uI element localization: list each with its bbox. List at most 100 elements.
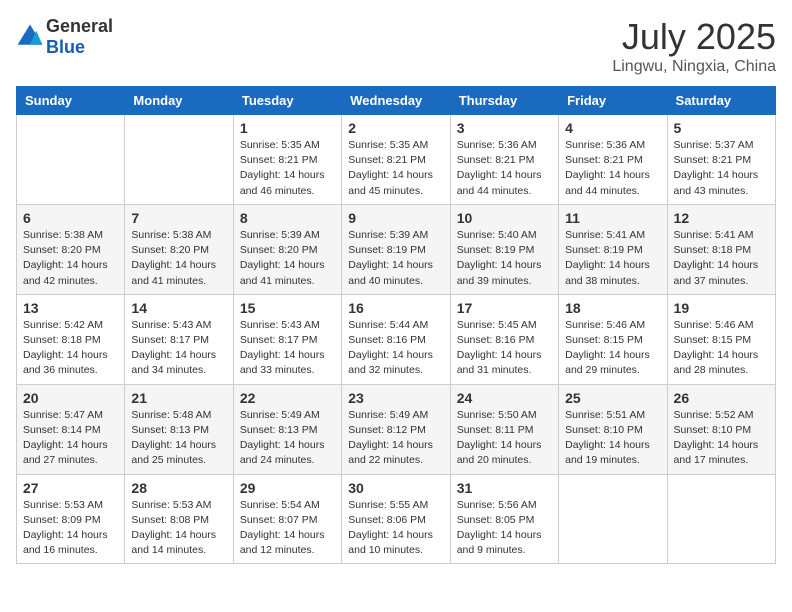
day-number: 2: [348, 120, 443, 136]
day-info: Sunrise: 5:53 AM Sunset: 8:08 PM Dayligh…: [131, 498, 226, 559]
day-info: Sunrise: 5:40 AM Sunset: 8:19 PM Dayligh…: [457, 228, 552, 289]
day-info: Sunrise: 5:35 AM Sunset: 8:21 PM Dayligh…: [240, 138, 335, 199]
calendar-cell: 10 Sunrise: 5:40 AM Sunset: 8:19 PM Dayli…: [450, 204, 558, 294]
calendar-cell: 8 Sunrise: 5:39 AM Sunset: 8:20 PM Daylig…: [233, 204, 341, 294]
week-row-3: 13 Sunrise: 5:42 AM Sunset: 8:18 PM Dayli…: [17, 294, 776, 384]
day-info: Sunrise: 5:56 AM Sunset: 8:05 PM Dayligh…: [457, 498, 552, 559]
day-info: Sunrise: 5:41 AM Sunset: 8:19 PM Dayligh…: [565, 228, 660, 289]
day-info: Sunrise: 5:38 AM Sunset: 8:20 PM Dayligh…: [131, 228, 226, 289]
calendar-header: SundayMondayTuesdayWednesdayThursdayFrid…: [17, 87, 776, 115]
week-row-5: 27 Sunrise: 5:53 AM Sunset: 8:09 PM Dayli…: [17, 474, 776, 564]
weekday-header-thursday: Thursday: [450, 87, 558, 115]
day-number: 28: [131, 480, 226, 496]
calendar-body: 1 Sunrise: 5:35 AM Sunset: 8:21 PM Daylig…: [17, 115, 776, 564]
page-header: General Blue July 2025 Lingwu, Ningxia, …: [16, 16, 776, 76]
day-number: 24: [457, 390, 552, 406]
day-info: Sunrise: 5:47 AM Sunset: 8:14 PM Dayligh…: [23, 408, 118, 469]
day-number: 8: [240, 210, 335, 226]
day-info: Sunrise: 5:46 AM Sunset: 8:15 PM Dayligh…: [565, 318, 660, 379]
day-number: 9: [348, 210, 443, 226]
calendar-cell: 19Sunrise: 5:46 AM Sunset: 8:15 PM Dayli…: [667, 294, 775, 384]
calendar-cell: [559, 474, 667, 564]
calendar-cell: 25 Sunrise: 5:51 AM Sunset: 8:10 PM Dayli…: [559, 384, 667, 474]
day-number: 21: [131, 390, 226, 406]
weekday-header-sunday: Sunday: [17, 87, 125, 115]
calendar-cell: 12Sunrise: 5:41 AM Sunset: 8:18 PM Dayli…: [667, 204, 775, 294]
day-number: 10: [457, 210, 552, 226]
calendar-cell: [667, 474, 775, 564]
day-info: Sunrise: 5:42 AM Sunset: 8:18 PM Dayligh…: [23, 318, 118, 379]
day-number: 25: [565, 390, 660, 406]
day-number: 15: [240, 300, 335, 316]
logo: General Blue: [16, 16, 113, 58]
calendar-cell: 18 Sunrise: 5:46 AM Sunset: 8:15 PM Dayli…: [559, 294, 667, 384]
calendar-cell: 3 Sunrise: 5:36 AM Sunset: 8:21 PM Daylig…: [450, 115, 558, 205]
weekday-header-tuesday: Tuesday: [233, 87, 341, 115]
day-info: Sunrise: 5:49 AM Sunset: 8:13 PM Dayligh…: [240, 408, 335, 469]
day-info: Sunrise: 5:43 AM Sunset: 8:17 PM Dayligh…: [240, 318, 335, 379]
calendar-cell: 11 Sunrise: 5:41 AM Sunset: 8:19 PM Dayli…: [559, 204, 667, 294]
day-number: 23: [348, 390, 443, 406]
calendar-cell: 31 Sunrise: 5:56 AM Sunset: 8:05 PM Dayli…: [450, 474, 558, 564]
month-year: July 2025: [612, 16, 776, 58]
day-number: 11: [565, 210, 660, 226]
day-number: 7: [131, 210, 226, 226]
day-info: Sunrise: 5:54 AM Sunset: 8:07 PM Dayligh…: [240, 498, 335, 559]
day-info: Sunrise: 5:50 AM Sunset: 8:11 PM Dayligh…: [457, 408, 552, 469]
day-info: Sunrise: 5:36 AM Sunset: 8:21 PM Dayligh…: [565, 138, 660, 199]
day-info: Sunrise: 5:45 AM Sunset: 8:16 PM Dayligh…: [457, 318, 552, 379]
calendar-cell: [17, 115, 125, 205]
day-number: 20: [23, 390, 118, 406]
day-info: Sunrise: 5:46 AM Sunset: 8:15 PM Dayligh…: [674, 318, 769, 379]
day-number: 18: [565, 300, 660, 316]
day-info: Sunrise: 5:39 AM Sunset: 8:19 PM Dayligh…: [348, 228, 443, 289]
day-info: Sunrise: 5:51 AM Sunset: 8:10 PM Dayligh…: [565, 408, 660, 469]
day-number: 27: [23, 480, 118, 496]
day-number: 29: [240, 480, 335, 496]
calendar-cell: 28 Sunrise: 5:53 AM Sunset: 8:08 PM Dayli…: [125, 474, 233, 564]
day-number: 13: [23, 300, 118, 316]
week-row-4: 20 Sunrise: 5:47 AM Sunset: 8:14 PM Dayli…: [17, 384, 776, 474]
day-number: 17: [457, 300, 552, 316]
calendar-cell: 16Sunrise: 5:44 AM Sunset: 8:16 PM Dayli…: [342, 294, 450, 384]
day-number: 12: [674, 210, 769, 226]
calendar-cell: 5 Sunrise: 5:37 AM Sunset: 8:21 PM Daylig…: [667, 115, 775, 205]
logo-icon: [16, 23, 44, 51]
day-info: Sunrise: 5:55 AM Sunset: 8:06 PM Dayligh…: [348, 498, 443, 559]
day-number: 1: [240, 120, 335, 136]
weekday-header-monday: Monday: [125, 87, 233, 115]
day-number: 6: [23, 210, 118, 226]
day-info: Sunrise: 5:39 AM Sunset: 8:20 PM Dayligh…: [240, 228, 335, 289]
day-info: Sunrise: 5:37 AM Sunset: 8:21 PM Dayligh…: [674, 138, 769, 199]
week-row-2: 6 Sunrise: 5:38 AM Sunset: 8:20 PM Daylig…: [17, 204, 776, 294]
calendar-cell: 17 Sunrise: 5:45 AM Sunset: 8:16 PM Dayli…: [450, 294, 558, 384]
calendar-cell: 30 Sunrise: 5:55 AM Sunset: 8:06 PM Dayli…: [342, 474, 450, 564]
day-info: Sunrise: 5:53 AM Sunset: 8:09 PM Dayligh…: [23, 498, 118, 559]
logo-text-general: General: [46, 16, 113, 36]
day-number: 31: [457, 480, 552, 496]
calendar-cell: [125, 115, 233, 205]
calendar-cell: 27 Sunrise: 5:53 AM Sunset: 8:09 PM Dayli…: [17, 474, 125, 564]
calendar-cell: 23Sunrise: 5:49 AM Sunset: 8:12 PM Dayli…: [342, 384, 450, 474]
calendar-cell: 14Sunrise: 5:43 AM Sunset: 8:17 PM Dayli…: [125, 294, 233, 384]
day-info: Sunrise: 5:52 AM Sunset: 8:10 PM Dayligh…: [674, 408, 769, 469]
day-number: 30: [348, 480, 443, 496]
calendar-cell: 2Sunrise: 5:35 AM Sunset: 8:21 PM Daylig…: [342, 115, 450, 205]
weekday-header-saturday: Saturday: [667, 87, 775, 115]
day-number: 26: [674, 390, 769, 406]
day-number: 5: [674, 120, 769, 136]
title-block: July 2025 Lingwu, Ningxia, China: [612, 16, 776, 76]
weekday-header-wednesday: Wednesday: [342, 87, 450, 115]
calendar-cell: 7 Sunrise: 5:38 AM Sunset: 8:20 PM Daylig…: [125, 204, 233, 294]
day-info: Sunrise: 5:48 AM Sunset: 8:13 PM Dayligh…: [131, 408, 226, 469]
day-info: Sunrise: 5:36 AM Sunset: 8:21 PM Dayligh…: [457, 138, 552, 199]
day-number: 3: [457, 120, 552, 136]
calendar-cell: 9 Sunrise: 5:39 AM Sunset: 8:19 PM Daylig…: [342, 204, 450, 294]
day-info: Sunrise: 5:38 AM Sunset: 8:20 PM Dayligh…: [23, 228, 118, 289]
day-info: Sunrise: 5:43 AM Sunset: 8:17 PM Dayligh…: [131, 318, 226, 379]
calendar-cell: 6 Sunrise: 5:38 AM Sunset: 8:20 PM Daylig…: [17, 204, 125, 294]
calendar-cell: 29 Sunrise: 5:54 AM Sunset: 8:07 PM Dayli…: [233, 474, 341, 564]
logo-text-blue: Blue: [46, 37, 85, 57]
calendar-cell: 15 Sunrise: 5:43 AM Sunset: 8:17 PM Dayli…: [233, 294, 341, 384]
day-number: 4: [565, 120, 660, 136]
